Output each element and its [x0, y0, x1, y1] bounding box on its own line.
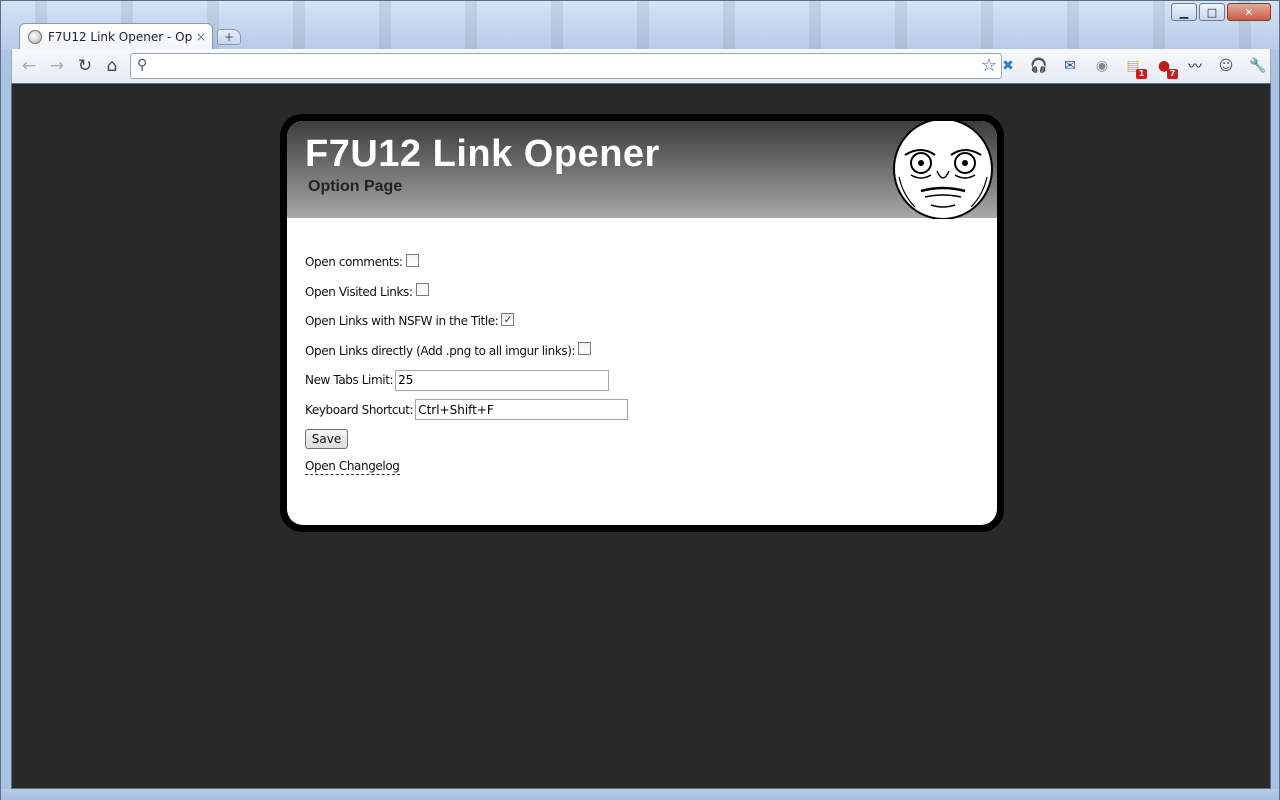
browser-window: ▁ □ ✕ F7U12 Link Opener - Options × + ← … — [0, 0, 1280, 800]
note-icon[interactable]: ▤ 1 — [1122, 55, 1147, 79]
extension-badge: 1 — [1136, 69, 1147, 79]
open-nsfw-checkbox[interactable]: ✓ — [501, 312, 515, 326]
forward-button[interactable]: → — [46, 55, 68, 77]
back-button[interactable]: ← — [18, 55, 40, 77]
open-visited-label: Open Visited Links: — [305, 284, 413, 299]
rage-face-icon[interactable]: ☺ — [1215, 55, 1237, 77]
shortcut-label: Keyboard Shortcut: — [305, 402, 414, 417]
reload-button[interactable]: ↻ — [74, 55, 96, 77]
tabs-limit-label: New Tabs Limit: — [305, 373, 394, 388]
save-button[interactable]: Save — [305, 428, 348, 449]
options-card-body: F7U12 Link Opener Option Page Open comme… — [287, 121, 997, 525]
option-open-comments: Open comments: — [305, 251, 965, 273]
close-window-button[interactable]: ✕ — [1227, 3, 1271, 21]
tab-title: F7U12 Link Opener - Options — [48, 29, 192, 44]
url-input[interactable] — [155, 56, 955, 76]
open-comments-checkbox[interactable] — [405, 253, 419, 267]
page-subtitle: Option Page — [308, 178, 403, 195]
omnibox[interactable]: ⚲ ☆ — [130, 53, 1002, 79]
home-button[interactable]: ⌂ — [101, 55, 123, 77]
red-extension-icon[interactable]: ● 7 — [1153, 55, 1178, 79]
headphones-icon[interactable]: 🎧 — [1028, 55, 1050, 77]
open-direct-label: Open Links directly (Add .png to all img… — [305, 343, 576, 358]
minimize-button[interactable]: ▁ — [1171, 3, 1197, 21]
mail-icon[interactable]: ✉ — [1059, 55, 1081, 77]
dropbox-icon[interactable]: ✖ — [997, 55, 1019, 77]
ghost-icon[interactable]: ◉ — [1091, 55, 1113, 77]
options-card: F7U12 Link Opener Option Page Open comme… — [280, 114, 1004, 532]
open-comments-label: Open comments: — [305, 255, 403, 269]
browser-tab[interactable]: F7U12 Link Opener - Options × — [19, 23, 213, 49]
tab-close-icon[interactable]: × — [196, 30, 206, 44]
window-bottom-border — [1, 789, 1279, 800]
option-tabs-limit: New Tabs Limit: — [305, 369, 965, 391]
search-icon: ⚲ — [137, 57, 148, 73]
option-open-direct: Open Links directly (Add .png to all img… — [305, 340, 965, 362]
option-open-nsfw: Open Links with NSFW in the Title: ✓ — [305, 310, 965, 332]
open-direct-checkbox[interactable] — [578, 342, 592, 356]
page-viewport: F7U12 Link Opener Option Page Open comme… — [11, 83, 1271, 789]
maximize-button[interactable]: □ — [1199, 3, 1225, 21]
wrench-icon[interactable]: 🔧 — [1247, 55, 1269, 77]
tabs-limit-input[interactable] — [395, 369, 610, 391]
mustache-icon[interactable]: 〰 — [1184, 55, 1206, 77]
browser-toolbar: ← → ↻ ⌂ ⚲ ☆ ✖ 🎧 ✉ ◉ ▤ 1 ● 7 〰 ☺ 🔧 — [11, 49, 1271, 83]
open-nsfw-label: Open Links with NSFW in the Title: — [305, 314, 499, 329]
window-controls: ▁ □ ✕ — [1171, 3, 1271, 21]
me-gusta-face-icon — [893, 121, 993, 219]
shortcut-input[interactable] — [415, 399, 629, 421]
page-title: F7U12 Link Opener — [305, 133, 660, 175]
new-tab-button[interactable]: + — [217, 29, 241, 45]
option-shortcut: Keyboard Shortcut: — [305, 399, 965, 421]
options-form: Open comments: Open Visited Links: Open … — [305, 251, 965, 475]
card-header: F7U12 Link Opener Option Page — [287, 121, 997, 219]
bookmark-star-icon[interactable]: ☆ — [981, 55, 997, 76]
open-visited-checkbox[interactable] — [415, 283, 429, 297]
page-favicon-icon — [28, 29, 42, 44]
option-open-visited: Open Visited Links: — [305, 281, 965, 303]
open-changelog-link[interactable]: Open Changelog — [305, 459, 400, 475]
extension-badge: 7 — [1167, 69, 1178, 79]
